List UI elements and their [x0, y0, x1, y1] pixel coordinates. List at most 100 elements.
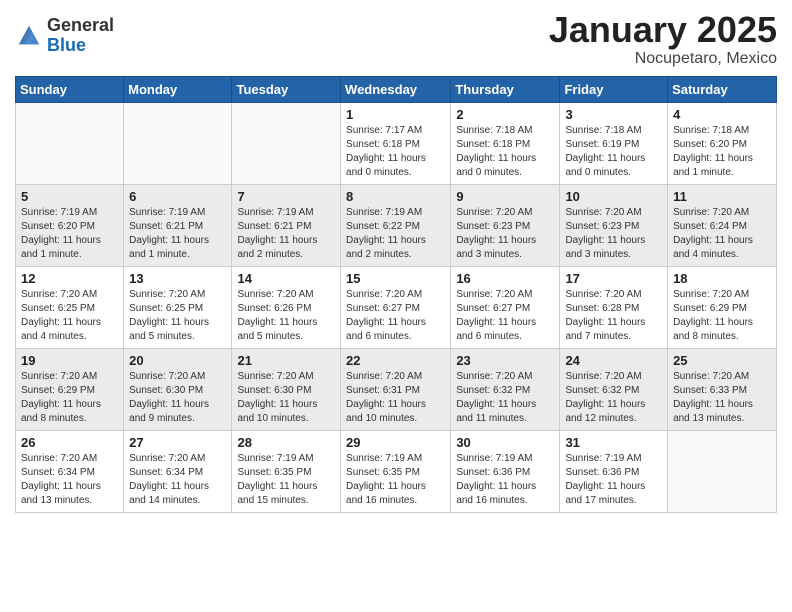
- calendar-cell: 18Sunrise: 7:20 AM Sunset: 6:29 PM Dayli…: [668, 266, 777, 348]
- calendar-cell: 15 Sunrise: 7:20 AM Sunset: 6:27 PM Dayli…: [341, 266, 451, 348]
- calendar-week-4: 19 Sunrise: 7:20 AM Sunset: 6:29 PM Dayli…: [16, 348, 777, 430]
- calendar-cell: 30Sunrise: 7:19 AM Sunset: 6:36 PM Dayli…: [451, 430, 560, 512]
- day-number: 22: [346, 353, 445, 368]
- calendar-cell: 23Sunrise: 7:20 AM Sunset: 6:32 PM Dayli…: [451, 348, 560, 430]
- calendar-cell: 25 Sunrise: 7:20 AM Sunset: 6:33 PM Dayli…: [668, 348, 777, 430]
- day-number: 18: [673, 271, 771, 286]
- day-number: 13: [129, 271, 226, 286]
- calendar-cell: 1 Sunrise: 7:17 AM Sunset: 6:18 PM Daylig…: [341, 102, 451, 184]
- day-info: Sunrise: 7:20 AM Sunset: 6:32 PM Dayligh…: [456, 370, 554, 426]
- header-friday: Friday: [560, 76, 668, 102]
- calendar-cell: [232, 102, 341, 184]
- day-number: 6: [129, 189, 226, 204]
- day-number: 15: [346, 271, 445, 286]
- calendar-cell: 11Sunrise: 7:20 AM Sunset: 6:24 PM Dayli…: [668, 184, 777, 266]
- day-info: Sunrise: 7:20 AM Sunset: 6:23 PM Dayligh…: [565, 206, 662, 262]
- day-info: Sunrise: 7:20 AM Sunset: 6:27 PM Dayligh…: [346, 288, 445, 344]
- day-number: 7: [237, 189, 335, 204]
- day-info: Sunrise: 7:19 AM Sunset: 6:35 PM Dayligh…: [346, 452, 445, 508]
- day-info: Sunrise: 7:19 AM Sunset: 6:21 PM Dayligh…: [237, 206, 335, 262]
- day-number: 1: [346, 107, 445, 122]
- calendar-cell: 14Sunrise: 7:20 AM Sunset: 6:26 PM Dayli…: [232, 266, 341, 348]
- day-info: Sunrise: 7:19 AM Sunset: 6:36 PM Dayligh…: [456, 452, 554, 508]
- title-block: January 2025 Nocupetaro, Mexico: [549, 10, 777, 68]
- day-number: 12: [21, 271, 118, 286]
- day-number: 29: [346, 435, 445, 450]
- day-info: Sunrise: 7:20 AM Sunset: 6:34 PM Dayligh…: [129, 452, 226, 508]
- day-number: 8: [346, 189, 445, 204]
- calendar-cell: 22 Sunrise: 7:20 AM Sunset: 6:31 PM Dayli…: [341, 348, 451, 430]
- calendar-cell: [124, 102, 232, 184]
- day-info: Sunrise: 7:20 AM Sunset: 6:26 PM Dayligh…: [237, 288, 335, 344]
- day-info: Sunrise: 7:20 AM Sunset: 6:27 PM Dayligh…: [456, 288, 554, 344]
- header-sunday: Sunday: [16, 76, 124, 102]
- page: General Blue January 2025 Nocupetaro, Me…: [0, 0, 792, 612]
- day-number: 10: [565, 189, 662, 204]
- logo-icon: [15, 22, 43, 50]
- day-info: Sunrise: 7:20 AM Sunset: 6:23 PM Dayligh…: [456, 206, 554, 262]
- day-number: 9: [456, 189, 554, 204]
- day-info: Sunrise: 7:19 AM Sunset: 6:21 PM Dayligh…: [129, 206, 226, 262]
- day-number: 31: [565, 435, 662, 450]
- calendar-cell: [668, 430, 777, 512]
- day-number: 21: [237, 353, 335, 368]
- calendar-cell: 20 Sunrise: 7:20 AM Sunset: 6:30 PM Dayli…: [124, 348, 232, 430]
- calendar-cell: 29 Sunrise: 7:19 AM Sunset: 6:35 PM Dayli…: [341, 430, 451, 512]
- day-info: Sunrise: 7:20 AM Sunset: 6:33 PM Dayligh…: [673, 370, 771, 426]
- day-number: 17: [565, 271, 662, 286]
- day-info: Sunrise: 7:20 AM Sunset: 6:31 PM Dayligh…: [346, 370, 445, 426]
- day-number: 5: [21, 189, 118, 204]
- calendar-cell: 9 Sunrise: 7:20 AM Sunset: 6:23 PM Daylig…: [451, 184, 560, 266]
- calendar-cell: 7 Sunrise: 7:19 AM Sunset: 6:21 PM Daylig…: [232, 184, 341, 266]
- header: General Blue January 2025 Nocupetaro, Me…: [15, 10, 777, 68]
- day-info: Sunrise: 7:20 AM Sunset: 6:30 PM Dayligh…: [129, 370, 226, 426]
- day-number: 27: [129, 435, 226, 450]
- calendar-week-5: 26 Sunrise: 7:20 AM Sunset: 6:34 PM Dayli…: [16, 430, 777, 512]
- logo-text: General Blue: [47, 16, 114, 56]
- day-info: Sunrise: 7:19 AM Sunset: 6:20 PM Dayligh…: [21, 206, 118, 262]
- day-number: 26: [21, 435, 118, 450]
- day-info: Sunrise: 7:18 AM Sunset: 6:18 PM Dayligh…: [456, 124, 554, 180]
- logo-blue-text: Blue: [47, 36, 114, 56]
- calendar-cell: 6 Sunrise: 7:19 AM Sunset: 6:21 PM Daylig…: [124, 184, 232, 266]
- day-info: Sunrise: 7:20 AM Sunset: 6:28 PM Dayligh…: [565, 288, 662, 344]
- header-monday: Monday: [124, 76, 232, 102]
- day-info: Sunrise: 7:20 AM Sunset: 6:25 PM Dayligh…: [21, 288, 118, 344]
- day-number: 20: [129, 353, 226, 368]
- day-number: 4: [673, 107, 771, 122]
- logo: General Blue: [15, 16, 114, 56]
- location: Nocupetaro, Mexico: [549, 50, 777, 68]
- calendar-cell: 24 Sunrise: 7:20 AM Sunset: 6:32 PM Dayli…: [560, 348, 668, 430]
- day-info: Sunrise: 7:17 AM Sunset: 6:18 PM Dayligh…: [346, 124, 445, 180]
- day-info: Sunrise: 7:18 AM Sunset: 6:19 PM Dayligh…: [565, 124, 662, 180]
- day-number: 11: [673, 189, 771, 204]
- day-info: Sunrise: 7:20 AM Sunset: 6:25 PM Dayligh…: [129, 288, 226, 344]
- calendar-cell: 28Sunrise: 7:19 AM Sunset: 6:35 PM Dayli…: [232, 430, 341, 512]
- day-number: 16: [456, 271, 554, 286]
- day-info: Sunrise: 7:19 AM Sunset: 6:35 PM Dayligh…: [237, 452, 335, 508]
- day-info: Sunrise: 7:20 AM Sunset: 6:32 PM Dayligh…: [565, 370, 662, 426]
- day-number: 19: [21, 353, 118, 368]
- calendar-cell: 19 Sunrise: 7:20 AM Sunset: 6:29 PM Dayli…: [16, 348, 124, 430]
- calendar-cell: 10 Sunrise: 7:20 AM Sunset: 6:23 PM Dayli…: [560, 184, 668, 266]
- calendar-cell: 2 Sunrise: 7:18 AM Sunset: 6:18 PM Daylig…: [451, 102, 560, 184]
- day-number: 3: [565, 107, 662, 122]
- day-info: Sunrise: 7:20 AM Sunset: 6:29 PM Dayligh…: [21, 370, 118, 426]
- day-info: Sunrise: 7:19 AM Sunset: 6:22 PM Dayligh…: [346, 206, 445, 262]
- calendar-cell: 27 Sunrise: 7:20 AM Sunset: 6:34 PM Dayli…: [124, 430, 232, 512]
- calendar: Sunday Monday Tuesday Wednesday Thursday…: [15, 76, 777, 513]
- calendar-week-2: 5 Sunrise: 7:19 AM Sunset: 6:20 PM Daylig…: [16, 184, 777, 266]
- calendar-cell: 16 Sunrise: 7:20 AM Sunset: 6:27 PM Dayli…: [451, 266, 560, 348]
- day-info: Sunrise: 7:18 AM Sunset: 6:20 PM Dayligh…: [673, 124, 771, 180]
- header-thursday: Thursday: [451, 76, 560, 102]
- calendar-cell: 26Sunrise: 7:20 AM Sunset: 6:34 PM Dayli…: [16, 430, 124, 512]
- calendar-cell: 3 Sunrise: 7:18 AM Sunset: 6:19 PM Daylig…: [560, 102, 668, 184]
- month-title: January 2025: [549, 10, 777, 50]
- day-number: 25: [673, 353, 771, 368]
- day-headers-row: Sunday Monday Tuesday Wednesday Thursday…: [16, 76, 777, 102]
- day-number: 24: [565, 353, 662, 368]
- calendar-cell: 21Sunrise: 7:20 AM Sunset: 6:30 PM Dayli…: [232, 348, 341, 430]
- calendar-cell: 31Sunrise: 7:19 AM Sunset: 6:36 PM Dayli…: [560, 430, 668, 512]
- calendar-cell: [16, 102, 124, 184]
- day-number: 2: [456, 107, 554, 122]
